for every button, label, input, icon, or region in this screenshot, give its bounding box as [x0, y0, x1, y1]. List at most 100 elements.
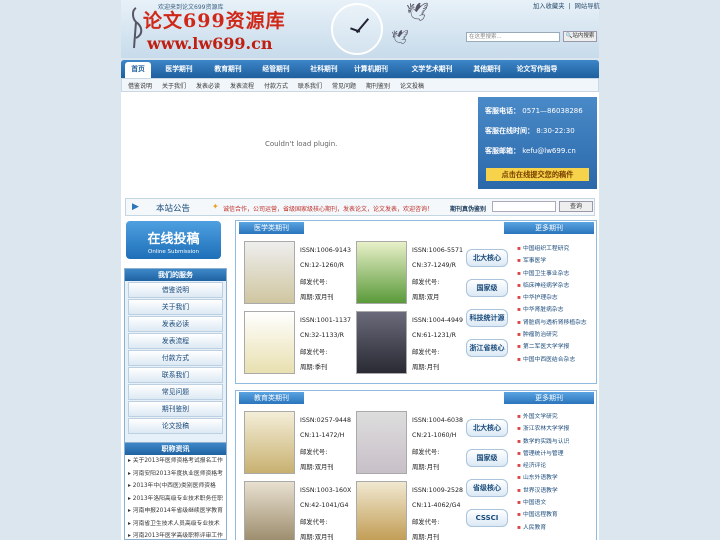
announce-icon: ✦ — [212, 202, 219, 211]
list-item[interactable]: 中国语文 — [517, 497, 597, 509]
list-item[interactable]: 临床神经病学杂志 — [517, 280, 597, 292]
nav-writing-guide[interactable]: 论文写作指导 — [511, 60, 563, 78]
news-item[interactable]: ▸ 河南安阳2013年度执业医师资格考 — [125, 468, 226, 481]
notice-title: 本站公告 — [156, 204, 191, 214]
nav-computer[interactable]: 计算机期刊 — [349, 60, 393, 78]
seagull-icon: 🕊 — [406, 2, 429, 23]
logo-url[interactable]: www.lw699.cn — [147, 34, 272, 53]
service-item[interactable]: 联系我们 — [128, 367, 223, 383]
journal-cover — [356, 481, 407, 540]
subnav-item[interactable]: 发表必读 — [196, 81, 220, 90]
subnav-item[interactable]: 联系我们 — [298, 81, 322, 90]
service-item[interactable]: 常见问题 — [128, 384, 223, 400]
level-badge[interactable]: 国家级 — [466, 279, 508, 297]
subnav-item[interactable]: 论文投稿 — [400, 81, 424, 90]
list-item[interactable]: 外国文学研究 — [517, 411, 597, 423]
news-item[interactable]: ▸ 2013年洛阳高级专业技术职务任职 — [125, 493, 226, 506]
list-item[interactable]: 中华护理杂志 — [517, 292, 597, 304]
verify-label: 期刊真伪鉴别 — [450, 206, 487, 213]
logo-title[interactable]: 论文699资源库 — [143, 6, 286, 33]
service-time: 客服在线时间： 8:30-22:30 — [485, 127, 575, 135]
sub-nav: 借鉴说明 关于我们 发表必读 发表流程 付款方式 联系我们 常见问题 期刊鉴别 … — [121, 78, 599, 92]
site-search-input[interactable]: 在这里搜索... — [466, 32, 560, 42]
add-favorite-link[interactable]: 加入收藏夹 — [533, 3, 564, 10]
verify-input[interactable] — [492, 201, 556, 212]
journal-card[interactable]: ISSN:1009-2528 CN:11-4062/G4 邮发代号: 周期:月刊 — [356, 481, 464, 540]
service-item[interactable]: 发表流程 — [128, 333, 223, 349]
site-search-button[interactable]: 🔍站内搜索 — [563, 31, 597, 42]
list-item[interactable]: 肾脏病与透析肾移植杂志 — [517, 317, 597, 329]
customer-service-panel: 客服电话： 0571—86038286 客服在线时间： 8:30-22:30 客… — [478, 97, 597, 189]
list-item[interactable]: 世界汉语教学 — [517, 485, 597, 497]
nav-other[interactable]: 其他期刊 — [465, 60, 509, 78]
level-badge[interactable]: 科技统计源 — [466, 309, 508, 327]
journal-card[interactable]: ISSN:1003-160X CN:42-1041/G4 邮发代号: 周期:双月刊 — [244, 481, 352, 540]
list-item[interactable]: 军事医学 — [517, 255, 597, 267]
level-badge[interactable]: 北大核心 — [466, 419, 508, 437]
subnav-item[interactable]: 常见问题 — [332, 81, 356, 90]
journal-card[interactable]: ISSN:0257-9448 CN:11-1472/H 邮发代号: 周期:双月刊 — [244, 411, 352, 477]
online-submission-button[interactable]: 在线投稿 Online Submission — [126, 221, 221, 259]
journal-card[interactable]: ISSN:1001-1137 CN:32-1133/R 邮发代号: 周期:季刊 — [244, 311, 352, 377]
subnav-item[interactable]: 期刊鉴别 — [366, 81, 390, 90]
medical-more[interactable]: 更多期刊 — [504, 222, 594, 234]
nav-social[interactable]: 社科期刊 — [302, 60, 346, 78]
news-item[interactable]: ▸ 关于2013年医师资格考试报名工作 — [125, 455, 226, 468]
medical-journal-list: 中国组织工程研究军事医学中国卫生事业杂志临床神经病学杂志中华护理杂志中华肾脏病杂… — [517, 243, 597, 366]
level-badge[interactable]: CSSCI — [466, 509, 508, 527]
news-item[interactable]: ▸ 2013年中(中西医)类别医师资格 — [125, 480, 226, 493]
subnav-item[interactable]: 发表流程 — [230, 81, 254, 90]
list-item[interactable]: 浙江农林大学学报 — [517, 423, 597, 435]
news-item[interactable]: ▸ 河南申报2014年省级继续医学教育 — [125, 505, 226, 518]
service-item[interactable]: 付款方式 — [128, 350, 223, 366]
journal-card[interactable]: ISSN:1006-5571 CN:37-1249/R 邮发代号: 周期:双月 — [356, 241, 464, 307]
list-item[interactable]: 中国卫生事业杂志 — [517, 268, 597, 280]
list-item[interactable]: 第二军医大学学报 — [517, 341, 597, 353]
journal-card[interactable]: ISSN:1004-6038 CN:21-1060/H 邮发代号: 周期:月刊 — [356, 411, 464, 477]
service-phone: 客服电话： 0571—86038286 — [485, 107, 583, 115]
header: 欢迎来到论文699资源库 论文699资源库 www.lw699.cn 🕊 🕊 加… — [121, 0, 600, 58]
list-item[interactable]: 中国组织工程研究 — [517, 243, 597, 255]
seagull-icon: 🕊 — [391, 30, 409, 46]
verify-button[interactable]: 查询 — [559, 201, 593, 212]
nav-economics[interactable]: 经管期刊 — [254, 60, 298, 78]
list-item[interactable]: 经济评论 — [517, 460, 597, 472]
service-item[interactable]: 借鉴说明 — [128, 282, 223, 298]
nav-medical[interactable]: 医学期刊 — [157, 60, 201, 78]
service-item[interactable]: 期刊鉴别 — [128, 401, 223, 417]
news-item[interactable]: ▸ 河南2013年医学高级职称评审工作 — [125, 530, 226, 540]
level-badge[interactable]: 浙江省核心 — [466, 339, 508, 357]
submit-manuscript-button[interactable]: 点击在线提交您的稿件 — [486, 168, 589, 181]
level-badge[interactable]: 国家级 — [466, 449, 508, 467]
education-tab[interactable]: 教育类期刊 — [239, 392, 304, 404]
news-item[interactable]: ▸ 河南省卫生技术人员高级专业技术 — [125, 518, 226, 531]
journal-card[interactable]: ISSN:1006-9143 CN:12-1260/R 邮发代号: 周期:双月刊 — [244, 241, 352, 307]
medical-tab[interactable]: 医学类期刊 — [239, 222, 304, 234]
list-item[interactable]: 中国远程教育 — [517, 509, 597, 521]
nav-education[interactable]: 教育期刊 — [206, 60, 250, 78]
top-links: 加入收藏夹 | 网站导航 — [533, 3, 600, 10]
nav-literature[interactable]: 文学艺术期刊 — [402, 60, 462, 78]
level-badge[interactable]: 北大核心 — [466, 249, 508, 267]
education-more[interactable]: 更多期刊 — [504, 392, 594, 404]
list-item[interactable]: 中国中西医结合杂志 — [517, 354, 597, 366]
notice-text: 诚信合作，公司运营，省级国家级核心期刊，发表论文，论文发表，欢迎咨询！ — [223, 206, 434, 213]
list-item[interactable]: 人民教育 — [517, 522, 597, 534]
site-nav-link[interactable]: 网站导航 — [575, 3, 600, 10]
subnav-item[interactable]: 借鉴说明 — [128, 81, 152, 90]
service-item[interactable]: 关于我们 — [128, 299, 223, 315]
list-item[interactable]: 山东外语教学 — [517, 472, 597, 484]
service-item[interactable]: 论文投稿 — [128, 418, 223, 434]
subnav-item[interactable]: 关于我们 — [162, 81, 186, 90]
list-item[interactable]: 数学的实践与认识 — [517, 436, 597, 448]
level-badge[interactable]: 省级核心 — [466, 479, 508, 497]
list-item[interactable]: 中华肾脏病杂志 — [517, 304, 597, 316]
nav-home[interactable]: 首页 — [125, 62, 151, 78]
journal-card[interactable]: ISSN:1004-4949 CN:61-1231/R 邮发代号: 周期:月刊 — [356, 311, 464, 377]
journal-cover — [356, 411, 407, 474]
list-item[interactable]: 肿瘤防治研究 — [517, 329, 597, 341]
notice-bar: ▶ 本站公告 ✦ 诚信合作，公司运营，省级国家级核心期刊，发表论文，论文发表，欢… — [125, 198, 595, 216]
list-item[interactable]: 管理统计与管理 — [517, 448, 597, 460]
subnav-item[interactable]: 付款方式 — [264, 81, 288, 90]
service-item[interactable]: 发表必读 — [128, 316, 223, 332]
